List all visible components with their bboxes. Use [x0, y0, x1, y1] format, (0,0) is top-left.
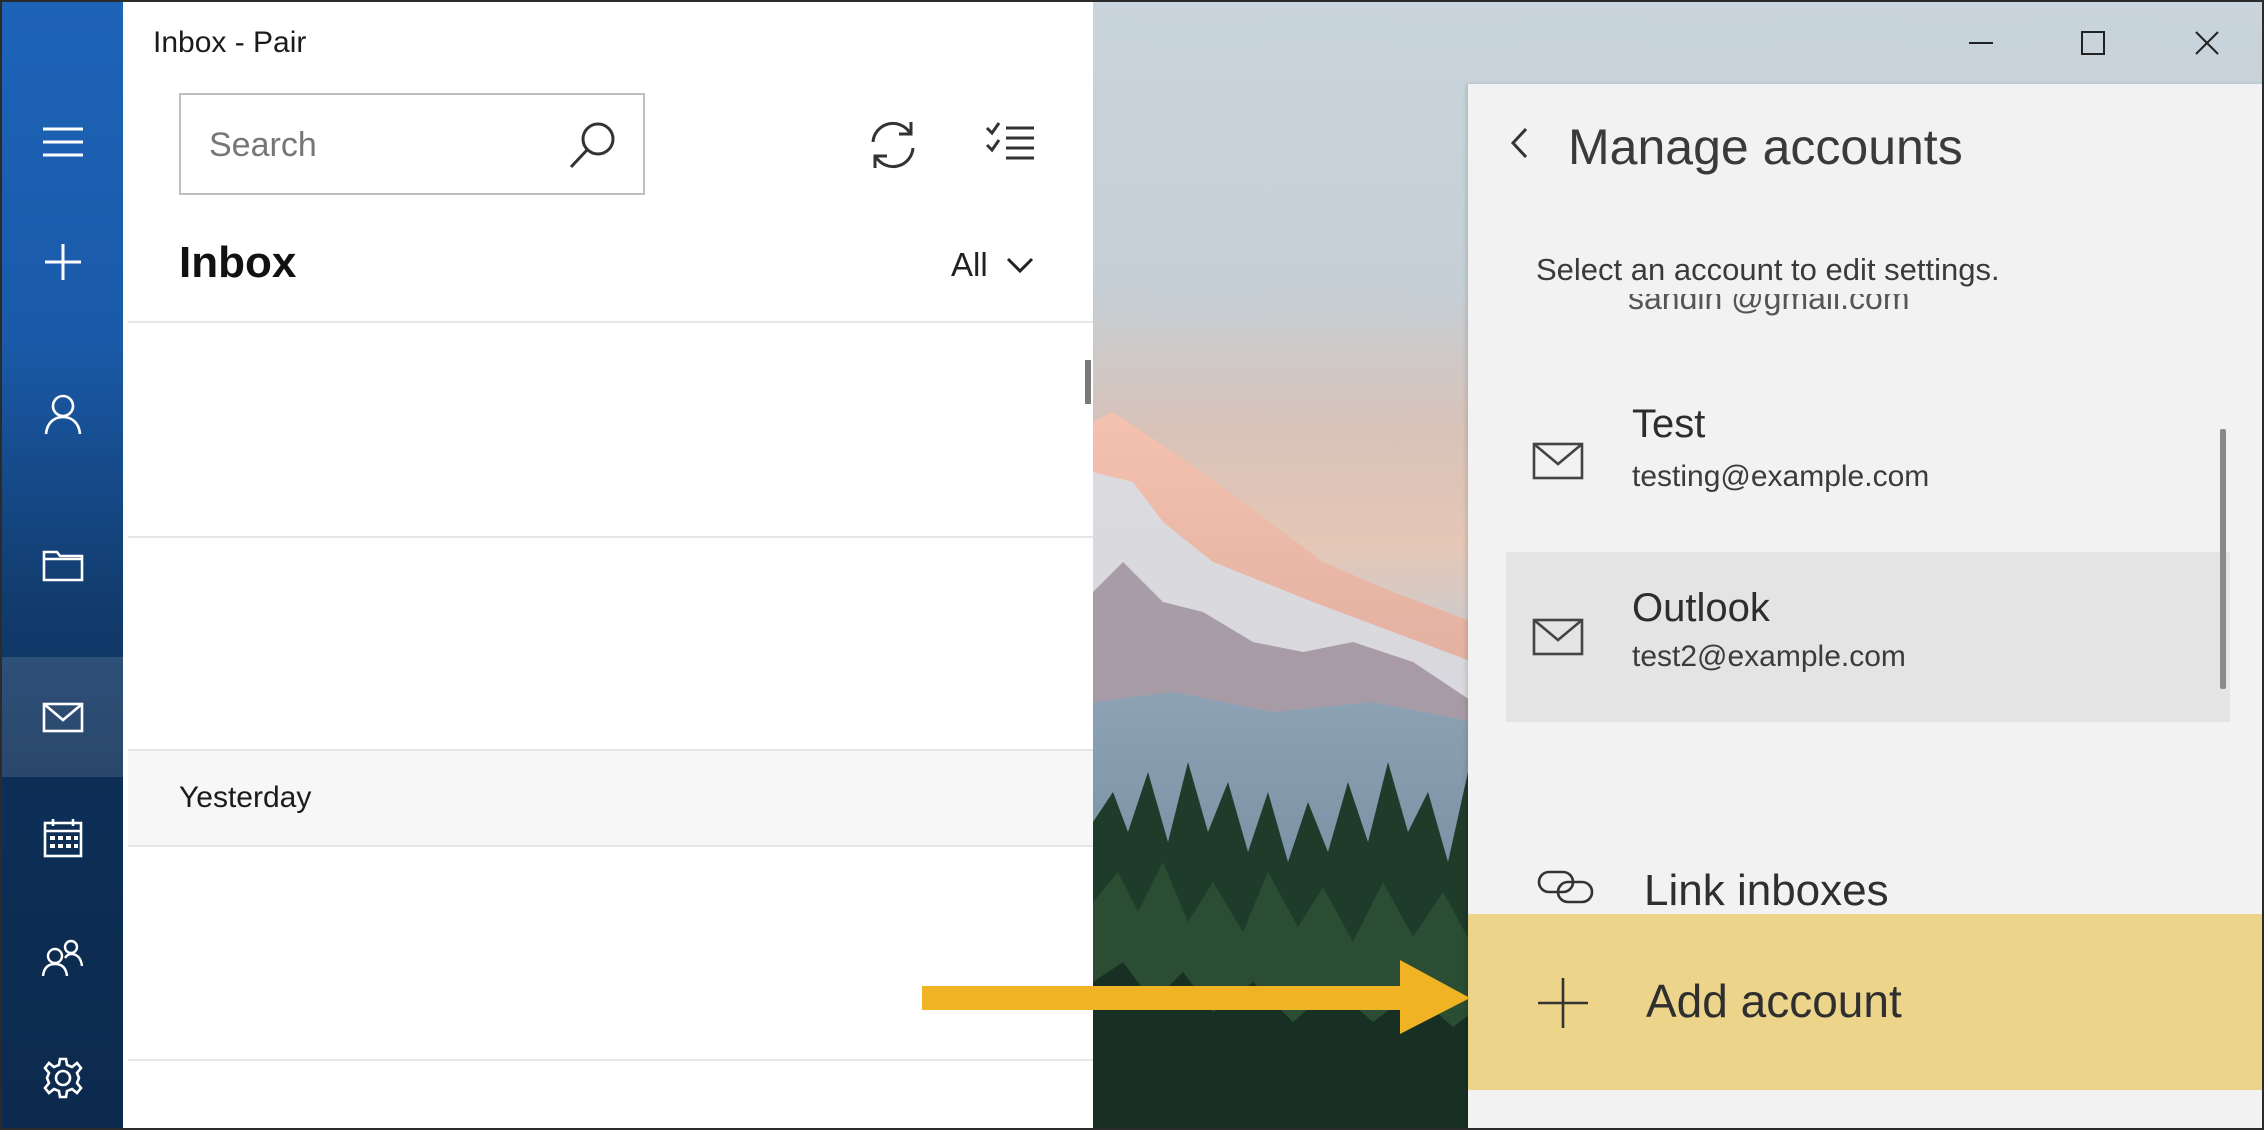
hamburger-menu-button[interactable]: [2, 82, 123, 202]
accounts-button[interactable]: [2, 354, 123, 474]
search-input[interactable]: [207, 119, 571, 171]
calendar-icon: [43, 819, 82, 858]
list-divider: [128, 1059, 1093, 1061]
calendar-button[interactable]: [2, 778, 123, 898]
account-email: test2@example.com: [1632, 640, 1906, 673]
gear-icon: [42, 1057, 83, 1099]
account-name: Test: [1632, 402, 1706, 446]
mail-app-window: Inbox - Pair Inbox All Yes: [0, 0, 2264, 1130]
hamburger-menu-icon: [42, 127, 83, 157]
nav-rail: [2, 2, 123, 1128]
annotation-arrow: [922, 960, 1470, 1034]
selection-mode-button[interactable]: [976, 110, 1046, 180]
maximize-icon: [2081, 31, 2105, 55]
date-group-header: Yesterday: [128, 749, 1093, 847]
add-account-label: Add account: [1646, 975, 1902, 1027]
chevron-down-icon: [1006, 257, 1033, 274]
flyout-title: Manage accounts: [1568, 119, 1963, 175]
compose-plus-icon: [44, 244, 81, 280]
folder-icon: [42, 550, 83, 582]
folders-button[interactable]: [2, 504, 123, 624]
date-group-label: Yesterday: [179, 781, 312, 814]
mail-icon: [42, 702, 83, 733]
minimize-button[interactable]: [1936, 12, 2026, 74]
people-button[interactable]: [2, 898, 123, 1018]
close-button[interactable]: [2162, 12, 2252, 74]
filter-dropdown[interactable]: All: [951, 246, 1034, 284]
list-divider: [128, 536, 1093, 538]
accounts-scrollbar[interactable]: [2220, 429, 2226, 689]
account-name: Outlook: [1632, 586, 1770, 630]
window-title: Inbox - Pair: [153, 26, 307, 59]
link-inboxes-label: Link inboxes: [1644, 866, 1889, 915]
account-item-outlook[interactable]: Outlook test2@example.com: [1506, 552, 2230, 722]
mail-button[interactable]: [2, 657, 123, 777]
partially-scrolled-account[interactable]: sahdin @gmail.com: [1628, 294, 2028, 318]
person-icon: [44, 394, 81, 435]
sync-icon: [871, 121, 915, 169]
list-divider: [128, 321, 1093, 323]
filter-selected-label: All: [951, 246, 988, 283]
chevron-left-icon: [1510, 127, 1528, 159]
list-scrollbar[interactable]: [1085, 360, 1091, 404]
partial-account-email: sahdin @gmail.com: [1628, 294, 1910, 316]
checklist-icon: [985, 122, 1034, 160]
account-item-test[interactable]: Test testing@example.com: [1506, 376, 2230, 546]
plus-icon: [1538, 978, 1588, 1028]
maximize-button[interactable]: [2048, 12, 2138, 74]
sync-button[interactable]: [858, 110, 928, 180]
search-box[interactable]: [179, 93, 645, 195]
minimize-icon: [1969, 42, 1993, 44]
manage-accounts-flyout: Manage accounts Select an account to edi…: [1468, 84, 2262, 1128]
back-button[interactable]: [1494, 118, 1544, 168]
settings-button[interactable]: [2, 1018, 123, 1128]
link-icon: [1537, 870, 1594, 904]
folder-heading: Inbox: [179, 238, 297, 287]
add-account-button[interactable]: Add account: [1468, 914, 2262, 1090]
mail-icon: [1532, 442, 1584, 480]
flyout-subtitle: Select an account to edit settings.: [1536, 252, 2000, 287]
account-email: testing@example.com: [1632, 460, 1930, 493]
people-icon: [41, 939, 83, 977]
search-icon[interactable]: [567, 119, 619, 171]
new-mail-button[interactable]: [2, 202, 123, 322]
mail-icon: [1532, 618, 1584, 656]
close-icon: [2195, 31, 2219, 55]
